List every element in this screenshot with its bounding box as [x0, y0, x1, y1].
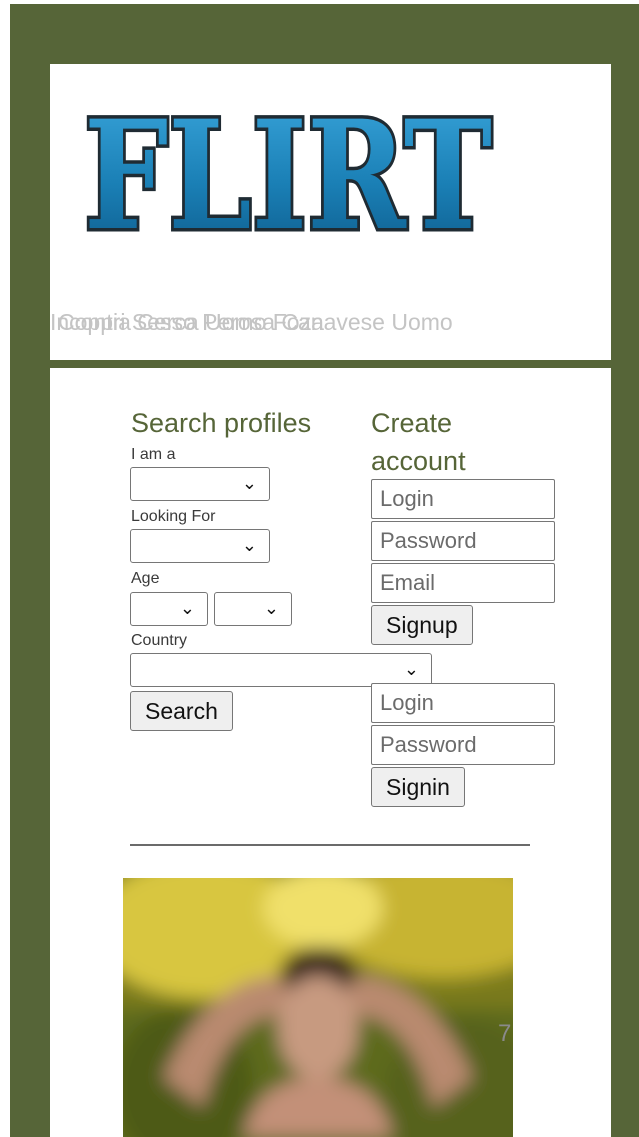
country-label: Country — [131, 632, 188, 649]
looking-for-select[interactable]: ⌄ — [130, 529, 270, 563]
search-button[interactable]: Search — [130, 691, 233, 731]
ticker: Incontri Sesso Perosa Canavese Uomo Copp… — [50, 309, 611, 349]
i-am-select[interactable]: ⌄ — [130, 467, 270, 501]
i-am-label: I am a — [131, 446, 176, 463]
ticker-text-2[interactable]: Coppia Cerca Uomo Foza — [58, 309, 324, 336]
profile-photo[interactable] — [123, 878, 513, 1137]
signup-login-input[interactable] — [371, 479, 555, 519]
create-account-title: Create account — [371, 408, 466, 476]
age-label: Age — [131, 570, 160, 587]
chevron-down-icon: ⌄ — [403, 659, 419, 680]
search-profiles-title: Search profiles — [131, 408, 312, 438]
signup-button[interactable]: Signup — [371, 605, 473, 645]
divider — [130, 844, 530, 846]
signin-button[interactable]: Signin — [371, 767, 465, 807]
signup-email-input[interactable] — [371, 563, 555, 603]
looking-for-label: Looking For — [131, 508, 216, 525]
chevron-down-icon: ⌄ — [241, 473, 257, 494]
signup-password-input[interactable] — [371, 521, 555, 561]
chevron-down-icon: ⌄ — [241, 535, 257, 556]
signin-password-input[interactable] — [371, 725, 555, 765]
age-max-select[interactable]: ⌄ — [214, 592, 292, 626]
signin-login-input[interactable] — [371, 683, 555, 723]
photo-overlay-number: 7 — [498, 1020, 512, 1047]
country-select[interactable]: ⌄ — [130, 653, 432, 687]
header-panel: FLIRT Incontri Sesso Perosa Canavese Uom… — [50, 64, 611, 360]
flirt-logo[interactable]: FLIRT — [78, 100, 498, 254]
chevron-down-icon: ⌄ — [179, 598, 195, 619]
main-panel: Search profiles I am a ⌄ Looking For ⌄ A… — [50, 368, 611, 1137]
age-min-select[interactable]: ⌄ — [130, 592, 208, 626]
logo-text: FLIRT — [84, 100, 492, 254]
chevron-down-icon: ⌄ — [263, 598, 279, 619]
